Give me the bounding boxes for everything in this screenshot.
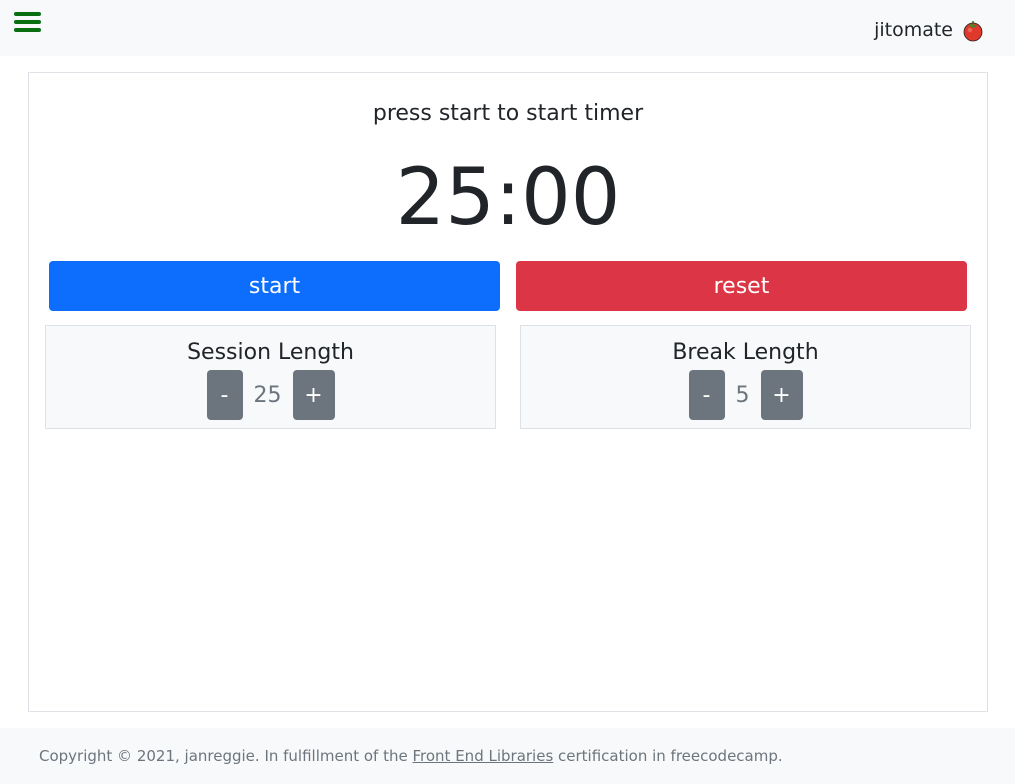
footer: Copyright © 2021, janreggie. In fulfillm…: [0, 728, 1015, 784]
session-decrement-button[interactable]: -: [206, 370, 243, 420]
timer-display: 25:00: [395, 153, 621, 243]
reset-button[interactable]: reset: [516, 261, 967, 311]
tomato-icon: [963, 21, 983, 42]
session-increment-button[interactable]: +: [292, 370, 335, 420]
timer-status: press start to start timer: [372, 101, 644, 126]
brand[interactable]: jitomate: [874, 17, 985, 43]
footer-suffix: certification in freecodecamp.: [553, 747, 783, 765]
break-length-title: Break Length: [672, 340, 819, 365]
hamburger-menu-icon[interactable]: [14, 12, 41, 34]
footer-prefix: Copyright © 2021, janreggie. In fulfillm…: [39, 747, 413, 765]
session-length-value: 25: [253, 382, 282, 408]
timer-card: press start to start timer 25:00 start r…: [28, 72, 988, 712]
navbar: jitomate: [0, 0, 1015, 56]
break-length-panel: Break Length - 5 +: [520, 325, 971, 429]
start-button[interactable]: start: [49, 261, 500, 311]
footer-text: Copyright © 2021, janreggie. In fulfillm…: [39, 747, 783, 765]
break-increment-button[interactable]: +: [760, 370, 803, 420]
front-end-libraries-link[interactable]: Front End Libraries: [413, 747, 554, 765]
break-length-stepper: - 5 +: [521, 370, 970, 420]
session-length-title: Session Length: [187, 340, 354, 365]
brand-name: jitomate: [874, 19, 953, 41]
break-length-value: 5: [735, 382, 750, 408]
session-length-panel: Session Length - 25 +: [45, 325, 496, 429]
break-decrement-button[interactable]: -: [688, 370, 725, 420]
session-length-stepper: - 25 +: [46, 370, 495, 420]
